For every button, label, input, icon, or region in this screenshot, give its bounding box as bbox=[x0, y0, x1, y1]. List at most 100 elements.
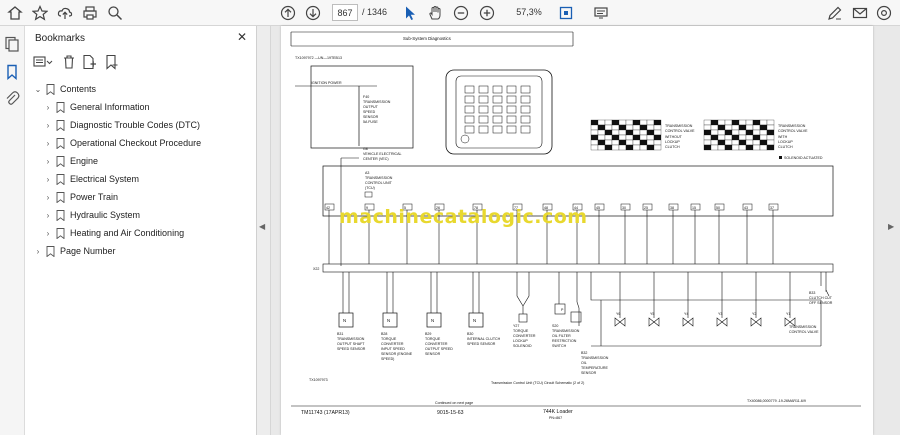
table-cell bbox=[611, 119, 620, 126]
delete-bookmark-icon[interactable] bbox=[61, 54, 77, 70]
bookmark-label: Hydraulic System bbox=[70, 210, 141, 220]
more-tools-icon[interactable] bbox=[591, 3, 611, 23]
b29-line3: OUTPUT SPEED bbox=[425, 347, 453, 351]
bookmark-item-contents[interactable]: ⌄ Contents bbox=[33, 81, 96, 97]
keypad-key bbox=[506, 105, 517, 114]
b31-line3: SPEED SENSOR bbox=[337, 347, 366, 351]
keypad-key bbox=[464, 95, 475, 104]
keypad-key bbox=[478, 125, 489, 134]
chevron-right-icon[interactable]: › bbox=[43, 211, 53, 220]
zoom-search-icon[interactable] bbox=[105, 3, 125, 23]
footer-right-2: PN=867 bbox=[549, 416, 562, 420]
chevron-right-icon[interactable]: › bbox=[43, 157, 53, 166]
tcv-line1: CONTROL VALVE bbox=[789, 330, 819, 334]
chevron-right-icon[interactable]: › bbox=[43, 121, 53, 130]
collapse-panel-icon[interactable]: ◀ bbox=[259, 222, 265, 231]
attachment-icon[interactable] bbox=[4, 90, 20, 106]
bookmark-icon bbox=[56, 119, 65, 131]
star-icon[interactable] bbox=[30, 3, 50, 23]
home-icon[interactable] bbox=[5, 3, 25, 23]
expand-bookmark-icon[interactable] bbox=[103, 54, 119, 70]
table-cell bbox=[597, 139, 606, 146]
bookmark-icon[interactable] bbox=[4, 64, 20, 81]
bookmark-item-electrical-system[interactable]: › Electrical System bbox=[43, 171, 139, 187]
sign-icon[interactable] bbox=[825, 3, 845, 23]
upload-icon[interactable] bbox=[55, 3, 75, 23]
table-cell bbox=[590, 124, 599, 131]
next-page-icon[interactable]: ▶ bbox=[888, 222, 894, 231]
bookmark-item-engine[interactable]: › Engine bbox=[43, 153, 98, 169]
table-cell bbox=[724, 119, 733, 126]
b33-line2: OFF SENSOR bbox=[809, 301, 833, 305]
chevron-down-icon[interactable]: ⌄ bbox=[33, 85, 43, 94]
table-cell bbox=[639, 129, 648, 136]
bookmark-item-operational-checkout[interactable]: › Operational Checkout Procedure bbox=[43, 135, 201, 151]
page-up-icon[interactable] bbox=[278, 3, 298, 23]
keypad-key bbox=[478, 85, 489, 94]
valve-label: Y2 bbox=[752, 312, 756, 316]
table-cell bbox=[703, 124, 712, 131]
table-cell bbox=[766, 144, 775, 151]
bookmark-icon bbox=[56, 227, 65, 239]
page-number-input[interactable]: 867 bbox=[332, 4, 358, 21]
table-cell bbox=[590, 144, 599, 151]
chevron-right-icon[interactable]: › bbox=[43, 229, 53, 238]
keypad-key bbox=[506, 125, 517, 134]
table-cell bbox=[639, 144, 648, 151]
valve-label: Y4 bbox=[684, 312, 688, 316]
table-cell bbox=[632, 124, 641, 131]
table-cell bbox=[710, 139, 719, 146]
caption: Transmission Control Unit (TCU) Circuit … bbox=[491, 381, 584, 385]
fit-page-icon[interactable] bbox=[556, 3, 576, 23]
bookmark-label: Electrical System bbox=[70, 174, 140, 184]
bookmark-item-hydraulic-system[interactable]: › Hydraulic System bbox=[43, 207, 140, 223]
chevron-right-icon[interactable]: › bbox=[33, 247, 43, 256]
hand-icon[interactable] bbox=[425, 3, 445, 23]
table-cell bbox=[646, 124, 655, 131]
valve-label: Y6 bbox=[616, 312, 620, 316]
chevron-right-icon[interactable]: › bbox=[43, 139, 53, 148]
table-cell bbox=[759, 119, 768, 126]
bookmark-item-dtc[interactable]: › Diagnostic Trouble Codes (DTC) bbox=[43, 117, 200, 133]
chevron-right-icon[interactable]: › bbox=[43, 175, 53, 184]
chevron-right-icon[interactable]: › bbox=[43, 103, 53, 112]
zoom-in-icon[interactable] bbox=[477, 3, 497, 23]
bookmark-item-power-train[interactable]: › Power Train bbox=[43, 189, 118, 205]
page-thumbnails-icon[interactable] bbox=[4, 36, 20, 52]
zoom-level[interactable]: 57,3% bbox=[510, 4, 548, 21]
valve-label: Y5 bbox=[650, 312, 654, 316]
table-cell bbox=[759, 139, 768, 146]
table-cell bbox=[752, 144, 761, 151]
email-icon[interactable] bbox=[850, 3, 870, 23]
table1-l4: LOCKUP bbox=[665, 140, 680, 144]
bookmark-item-page-number[interactable]: › Page Number bbox=[33, 243, 116, 259]
table-cell bbox=[632, 119, 641, 126]
a3-line0: A3 bbox=[365, 171, 369, 175]
zoom-out-icon[interactable] bbox=[451, 3, 471, 23]
settings-icon[interactable] bbox=[874, 3, 894, 23]
f40-line4: SENSOR bbox=[363, 115, 379, 119]
page-down-icon[interactable] bbox=[303, 3, 323, 23]
s20-line3: RESTRICTION bbox=[552, 339, 577, 343]
table-cell bbox=[604, 139, 613, 146]
new-bookmark-icon[interactable] bbox=[81, 54, 97, 70]
bookmark-options-icon[interactable] bbox=[33, 54, 53, 70]
bookmark-item-general-information[interactable]: › General Information bbox=[43, 99, 150, 115]
valve-label: Y1 bbox=[786, 312, 790, 316]
print-icon[interactable] bbox=[80, 3, 100, 23]
close-icon[interactable]: ✕ bbox=[236, 31, 248, 43]
bookmark-label: Power Train bbox=[70, 192, 119, 202]
select-cursor-icon[interactable] bbox=[400, 3, 420, 23]
table2-l5: CLUTCH bbox=[778, 145, 793, 149]
keypad-key bbox=[506, 115, 517, 124]
table-cell bbox=[653, 144, 662, 151]
chevron-right-icon[interactable]: › bbox=[43, 193, 53, 202]
document-viewer[interactable]: Sub-System Diagnostics TX1097972 —UN—19T… bbox=[271, 26, 900, 435]
table-cell bbox=[759, 134, 768, 141]
bookmark-item-heating-ac[interactable]: › Heating and Air Conditioning bbox=[43, 225, 184, 241]
b33-line1: CLUTCH CUT bbox=[809, 296, 833, 300]
b31-line2: OUTPUT SHAFT bbox=[337, 342, 365, 346]
table-cell bbox=[597, 144, 606, 151]
b31-line1: TRANSMISSION bbox=[337, 337, 365, 341]
f40-line5: 5A FUSE bbox=[363, 120, 378, 124]
